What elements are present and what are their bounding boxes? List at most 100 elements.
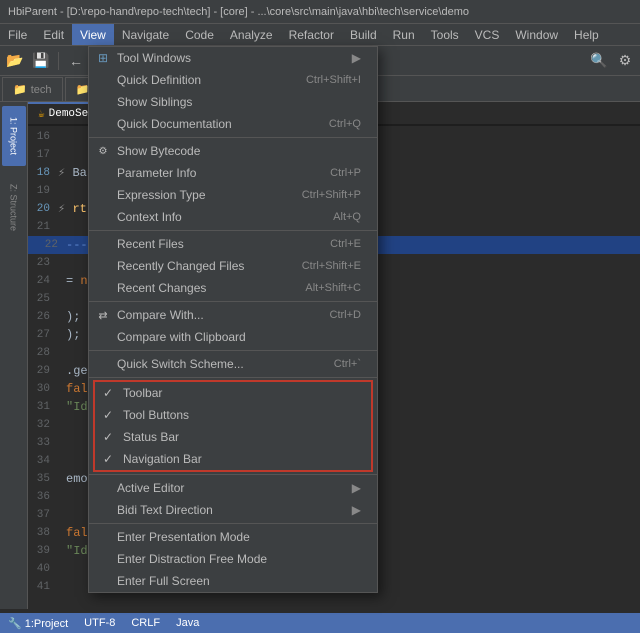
toolbar-right: 🔍 ⚙ <box>588 50 636 72</box>
menu-item-expr-type-label: Expression Type <box>117 188 206 202</box>
menu-item-param-info-label: Parameter Info <box>117 166 196 180</box>
menu-item-distraction-free[interactable]: Enter Distraction Free Mode <box>89 548 377 570</box>
status-item-line-endings[interactable]: CRLF <box>131 617 160 629</box>
nav-tab-tech-label: tech <box>31 84 52 96</box>
menu-item-toolbar[interactable]: ✓ Toolbar <box>95 382 371 404</box>
menu-item-active-editor-label: Active Editor <box>117 481 184 495</box>
menu-item-navigation-bar[interactable]: ✓ Navigation Bar <box>95 448 371 470</box>
menu-view[interactable]: View <box>72 24 114 45</box>
menu-item-bidi-text-label: Bidi Text Direction <box>117 503 213 517</box>
menu-item-tool-buttons[interactable]: ✓ Tool Buttons <box>95 404 371 426</box>
sep4 <box>89 350 377 351</box>
checked-items-group: ✓ Toolbar ✓ Tool Buttons ✓ Status Bar ✓ … <box>93 380 373 472</box>
menu-item-show-bytecode[interactable]: ⚙ Show Bytecode <box>89 140 377 162</box>
menu-item-quick-definition[interactable]: Quick Definition Ctrl+Shift+I <box>89 69 377 91</box>
menu-item-recent-files-label: Recent Files <box>117 237 184 251</box>
nav-tab-tech[interactable]: 📁 tech <box>2 77 63 101</box>
status-bar: 🔧 1:Project UTF-8 CRLF Java <box>0 613 640 633</box>
editor-tab-serviceimpl-icon: ☕ <box>38 107 45 121</box>
menu-item-quick-switch[interactable]: Quick Switch Scheme... Ctrl+` <box>89 353 377 375</box>
menu-item-quick-doc[interactable]: Quick Documentation Ctrl+Q <box>89 113 377 135</box>
menu-item-param-info[interactable]: Parameter Info Ctrl+P <box>89 162 377 184</box>
toolbar-sep1 <box>58 52 59 70</box>
menu-item-full-screen[interactable]: Enter Full Screen <box>89 570 377 592</box>
menu-item-compare-with-label: Compare With... <box>117 308 204 322</box>
active-editor-arrow-icon: ▶ <box>352 481 361 495</box>
menu-refactor[interactable]: Refactor <box>281 24 342 45</box>
menu-item-quick-definition-shortcut: Ctrl+Shift+I <box>306 74 361 86</box>
bidi-text-arrow-icon: ▶ <box>352 503 361 517</box>
sep3 <box>89 301 377 302</box>
tool-buttons-check-icon: ✓ <box>103 408 113 422</box>
menu-item-presentation-mode-label: Enter Presentation Mode <box>117 530 250 544</box>
menu-item-active-editor[interactable]: Active Editor ▶ <box>89 477 377 499</box>
menu-item-status-bar[interactable]: ✓ Status Bar <box>95 426 371 448</box>
menu-item-recent-changes[interactable]: Recent Changes Alt+Shift+C <box>89 277 377 299</box>
menu-analyze[interactable]: Analyze <box>222 24 281 45</box>
menu-build[interactable]: Build <box>342 24 385 45</box>
status-item-encoding[interactable]: UTF-8 <box>84 617 115 629</box>
menu-item-context-info[interactable]: Context Info Alt+Q <box>89 206 377 228</box>
menu-item-compare-with[interactable]: ⇄ Compare With... Ctrl+D <box>89 304 377 326</box>
menu-item-quick-switch-shortcut: Ctrl+` <box>334 358 361 370</box>
show-bytecode-icon: ⚙ <box>95 143 111 159</box>
sep5 <box>89 377 377 378</box>
toolbar-back-btn[interactable]: ← <box>65 50 87 72</box>
menu-item-expr-type-shortcut: Ctrl+Shift+P <box>302 189 361 201</box>
menu-item-recent-changes-label: Recent Changes <box>117 281 206 295</box>
menu-item-bidi-text[interactable]: Bidi Text Direction ▶ <box>89 499 377 521</box>
nav-tab-tech-icon: 📁 <box>13 83 27 96</box>
toolbar-settings-btn[interactable]: ⚙ <box>614 50 636 72</box>
menu-item-recent-changes-shortcut: Alt+Shift+C <box>305 282 361 294</box>
menu-run[interactable]: Run <box>385 24 423 45</box>
menu-item-presentation-mode[interactable]: Enter Presentation Mode <box>89 526 377 548</box>
sep1 <box>89 137 377 138</box>
menu-tools[interactable]: Tools <box>423 24 467 45</box>
menu-navigate[interactable]: Navigate <box>114 24 177 45</box>
toolbar-save-btn[interactable]: 💾 <box>30 50 52 72</box>
menu-item-context-info-label: Context Info <box>117 210 182 224</box>
menu-code[interactable]: Code <box>177 24 222 45</box>
tool-windows-arrow-icon: ▶ <box>352 51 361 65</box>
menu-item-recently-changed[interactable]: Recently Changed Files Ctrl+Shift+E <box>89 255 377 277</box>
view-menu-dropdown: ⊞ Tool Windows ▶ Quick Definition Ctrl+S… <box>88 46 378 593</box>
menu-item-navigation-bar-label: Navigation Bar <box>123 452 202 466</box>
menu-item-recently-changed-label: Recently Changed Files <box>117 259 244 273</box>
menu-vcs[interactable]: VCS <box>467 24 508 45</box>
menu-bar: File Edit View Navigate Code Analyze Ref… <box>0 24 640 46</box>
menu-item-quick-switch-label: Quick Switch Scheme... <box>117 357 244 371</box>
menu-item-expr-type[interactable]: Expression Type Ctrl+Shift+P <box>89 184 377 206</box>
menu-item-quick-definition-label: Quick Definition <box>117 73 201 87</box>
toolbar-open-btn[interactable]: 📂 <box>4 50 26 72</box>
menu-item-compare-clipboard[interactable]: Compare with Clipboard <box>89 326 377 348</box>
menu-item-tool-windows[interactable]: ⊞ Tool Windows ▶ <box>89 47 377 69</box>
sep7 <box>89 523 377 524</box>
left-sidebar: 1: Project Z: Structure <box>0 102 28 609</box>
menu-item-status-bar-label: Status Bar <box>123 430 179 444</box>
menu-item-show-siblings-label: Show Siblings <box>117 95 192 109</box>
sidebar-project-icon[interactable]: 1: Project <box>2 106 26 166</box>
navigation-bar-check-icon: ✓ <box>103 452 113 466</box>
dropdown-menu-view: ⊞ Tool Windows ▶ Quick Definition Ctrl+S… <box>88 46 378 593</box>
status-item-project[interactable]: 🔧 1:Project <box>8 617 68 630</box>
menu-file[interactable]: File <box>0 24 35 45</box>
menu-item-recent-files[interactable]: Recent Files Ctrl+E <box>89 233 377 255</box>
toolbar-check-icon: ✓ <box>103 386 113 400</box>
menu-edit[interactable]: Edit <box>35 24 72 45</box>
menu-item-param-info-shortcut: Ctrl+P <box>330 167 361 179</box>
title-bar: HbiParent - [D:\repo-hand\repo-tech\tech… <box>0 0 640 24</box>
status-bar-check-icon: ✓ <box>103 430 113 444</box>
toolbar-search-btn[interactable]: 🔍 <box>588 50 610 72</box>
sidebar-structure-icon[interactable]: Z: Structure <box>2 178 26 238</box>
sep2 <box>89 230 377 231</box>
menu-item-compare-with-shortcut: Ctrl+D <box>330 309 361 321</box>
menu-item-distraction-free-label: Enter Distraction Free Mode <box>117 552 267 566</box>
status-item-lang[interactable]: Java <box>176 617 199 629</box>
tool-windows-icon: ⊞ <box>95 50 111 66</box>
menu-item-show-siblings[interactable]: Show Siblings <box>89 91 377 113</box>
menu-window[interactable]: Window <box>507 24 566 45</box>
menu-item-full-screen-label: Enter Full Screen <box>117 574 210 588</box>
menu-help[interactable]: Help <box>566 24 607 45</box>
menu-item-show-bytecode-label: Show Bytecode <box>117 144 200 158</box>
title-text: HbiParent - [D:\repo-hand\repo-tech\tech… <box>8 6 469 18</box>
